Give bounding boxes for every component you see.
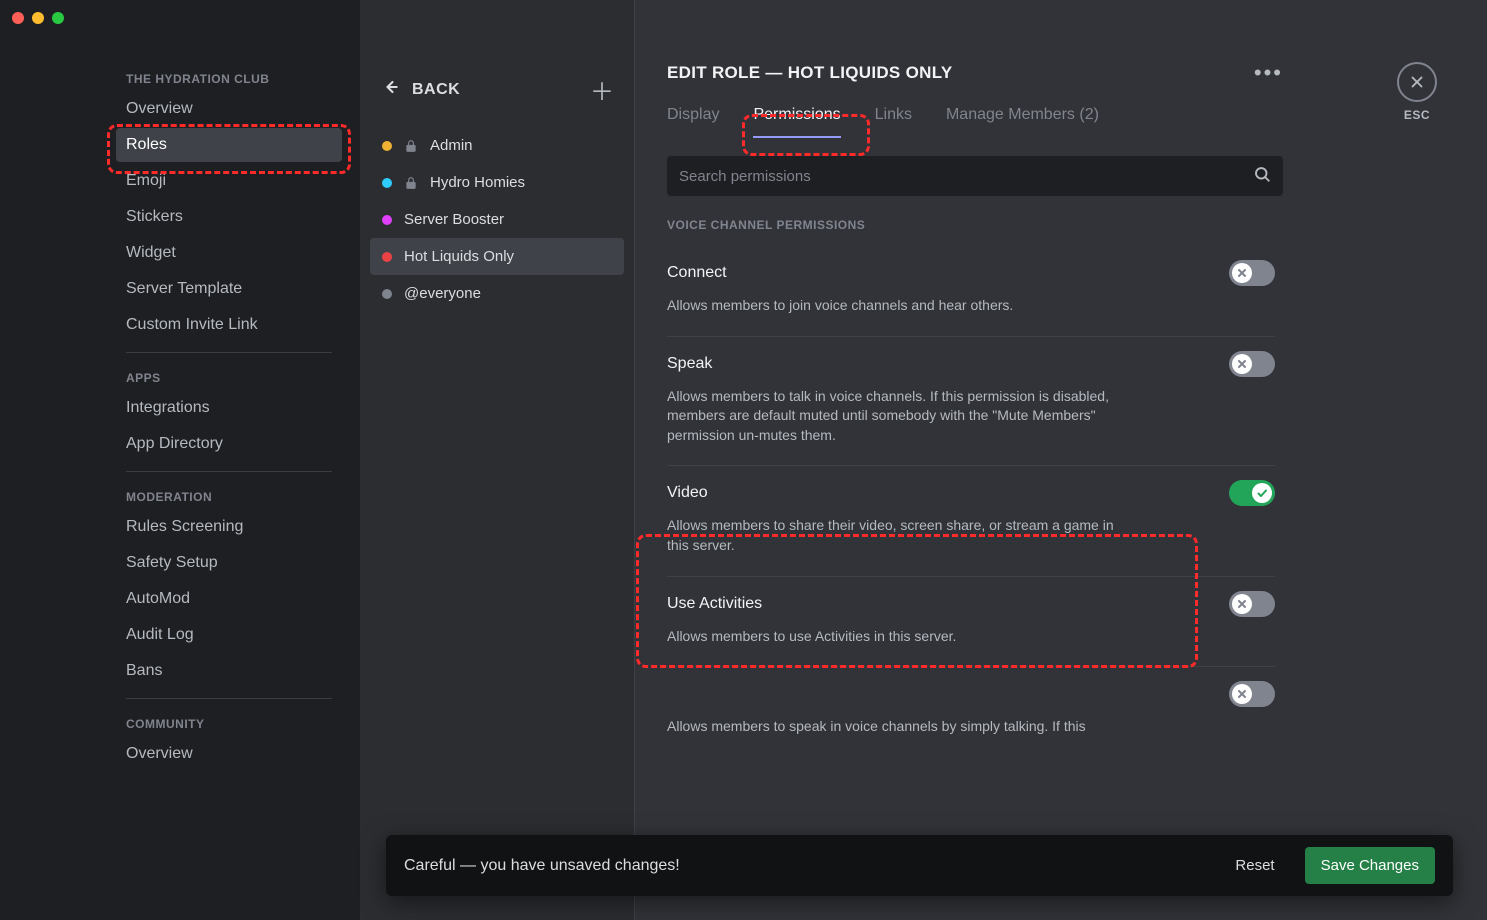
page-title: EDIT ROLE — HOT LIQUIDS ONLY — [667, 63, 952, 83]
close-icon — [1397, 62, 1437, 102]
reset-button[interactable]: Reset — [1223, 849, 1286, 882]
permission-description: Allows members to speak in voice channel… — [667, 717, 1127, 737]
role-color-dot — [382, 178, 392, 188]
sidebar-item-overview[interactable]: Overview — [116, 92, 342, 126]
window-controls — [12, 12, 64, 24]
permission-toggle[interactable] — [1229, 480, 1275, 506]
macos-zoom-dot[interactable] — [52, 12, 64, 24]
role-label: Server Booster — [404, 211, 504, 228]
role-label: Hot Liquids Only — [404, 248, 514, 265]
server-settings-sidebar: THE HYDRATION CLUB OverviewRolesEmojiSti… — [0, 0, 360, 920]
role-item-admin[interactable]: Admin — [370, 127, 624, 164]
permission-description: Allows members to share their video, scr… — [667, 516, 1127, 555]
permission-toggle[interactable] — [1229, 591, 1275, 617]
unsaved-message: Careful — you have unsaved changes! — [404, 857, 1205, 875]
role-label: Hydro Homies — [430, 174, 525, 191]
x-icon — [1232, 354, 1252, 374]
role-color-dot — [382, 141, 392, 151]
tab-links[interactable]: Links — [875, 106, 912, 138]
sidebar-item-audit-log[interactable]: Audit Log — [116, 618, 342, 652]
sidebar-item-stickers[interactable]: Stickers — [116, 200, 342, 234]
sidebar-item-overview[interactable]: Overview — [116, 737, 342, 771]
save-button[interactable]: Save Changes — [1305, 847, 1435, 884]
permission-toggle[interactable] — [1229, 260, 1275, 286]
more-menu-button[interactable]: ••• — [1254, 60, 1283, 86]
search-permissions[interactable] — [667, 156, 1283, 196]
role-color-dot — [382, 289, 392, 299]
sidebar-item-custom-invite-link[interactable]: Custom Invite Link — [116, 308, 342, 342]
permission-name: Connect — [667, 264, 727, 282]
title-row: EDIT ROLE — HOT LIQUIDS ONLY ••• — [667, 60, 1283, 86]
sidebar-item-bans[interactable]: Bans — [116, 654, 342, 688]
section-header-server: THE HYDRATION CLUB — [116, 64, 342, 92]
permission-toggle[interactable] — [1229, 681, 1275, 707]
role-tabs: Display Permissions Links Manage Members (2… — [667, 106, 1283, 138]
esc-label: ESC — [1397, 108, 1437, 122]
role-item-server-booster[interactable]: Server Booster — [370, 201, 624, 238]
sidebar-item-safety-setup[interactable]: Safety Setup — [116, 546, 342, 580]
main-content: ESC EDIT ROLE — HOT LIQUIDS ONLY ••• Dis… — [635, 0, 1487, 920]
tab-permissions[interactable]: Permissions — [753, 106, 840, 138]
permissions-section-header: VOICE CHANNEL PERMISSIONS — [667, 218, 1275, 232]
role-label: Admin — [430, 137, 473, 154]
x-icon — [1232, 684, 1252, 704]
role-item-hydro-homies[interactable]: Hydro Homies — [370, 164, 624, 201]
sidebar-item-server-template[interactable]: Server Template — [116, 272, 342, 306]
lock-icon — [404, 139, 418, 153]
sidebar-item-rules-screening[interactable]: Rules Screening — [116, 510, 342, 544]
role-label: @everyone — [404, 285, 481, 302]
divider — [126, 698, 332, 699]
permission-unnamed: Allows members to speak in voice channel… — [667, 667, 1275, 757]
x-icon — [1232, 594, 1252, 614]
role-item--everyone[interactable]: @everyone — [370, 275, 624, 312]
sidebar-item-roles[interactable]: Roles — [116, 128, 342, 162]
sidebar-item-automod[interactable]: AutoMod — [116, 582, 342, 616]
permission-description: Allows members to talk in voice channels… — [667, 387, 1127, 446]
role-color-dot — [382, 215, 392, 225]
unsaved-changes-bar: Careful — you have unsaved changes! Rese… — [386, 835, 1453, 896]
x-icon — [1232, 263, 1252, 283]
permission-connect: Connect Allows members to join voice chan… — [667, 246, 1275, 337]
permission-description: Allows members to join voice channels an… — [667, 296, 1127, 316]
permission-name: Video — [667, 484, 708, 502]
section-header-apps: APPS — [116, 363, 342, 391]
roles-list-panel: BACK ＋ Admin Hydro Homies Server Booster Ho… — [360, 0, 635, 920]
macos-close-dot[interactable] — [12, 12, 24, 24]
roles-header: BACK ＋ — [370, 64, 624, 127]
sidebar-item-app-directory[interactable]: App Directory — [116, 427, 342, 461]
permission-video: Video Allows members to share their video… — [667, 466, 1275, 576]
tab-display[interactable]: Display — [667, 106, 719, 138]
permission-description: Allows members to use Activities in this… — [667, 627, 1127, 647]
role-color-dot — [382, 252, 392, 262]
search-icon — [1253, 165, 1271, 188]
lock-icon — [404, 176, 418, 190]
close-settings-button[interactable]: ESC — [1397, 62, 1437, 122]
tab-manage-members-2-[interactable]: Manage Members (2) — [946, 106, 1099, 138]
arrow-left-icon — [380, 77, 400, 102]
role-item-hot-liquids-only[interactable]: Hot Liquids Only — [370, 238, 624, 275]
divider — [126, 471, 332, 472]
permission-speak: Speak Allows members to talk in voice cha… — [667, 337, 1275, 467]
permission-name: Use Activities — [667, 595, 762, 613]
permission-use-activities: Use Activities Allows members to use Acti… — [667, 577, 1275, 668]
search-input[interactable] — [679, 168, 1253, 185]
back-label: BACK — [412, 81, 460, 99]
section-header-moderation: MODERATION — [116, 482, 342, 510]
macos-minimize-dot[interactable] — [32, 12, 44, 24]
sidebar-item-integrations[interactable]: Integrations — [116, 391, 342, 425]
section-header-community: COMMUNITY — [116, 709, 342, 737]
sidebar-item-widget[interactable]: Widget — [116, 236, 342, 270]
check-icon — [1252, 483, 1272, 503]
divider — [126, 352, 332, 353]
sidebar-item-emoji[interactable]: Emoji — [116, 164, 342, 198]
permission-toggle[interactable] — [1229, 351, 1275, 377]
permission-name: Speak — [667, 355, 712, 373]
back-button[interactable]: BACK — [380, 77, 460, 102]
add-role-button[interactable]: ＋ — [590, 72, 614, 107]
